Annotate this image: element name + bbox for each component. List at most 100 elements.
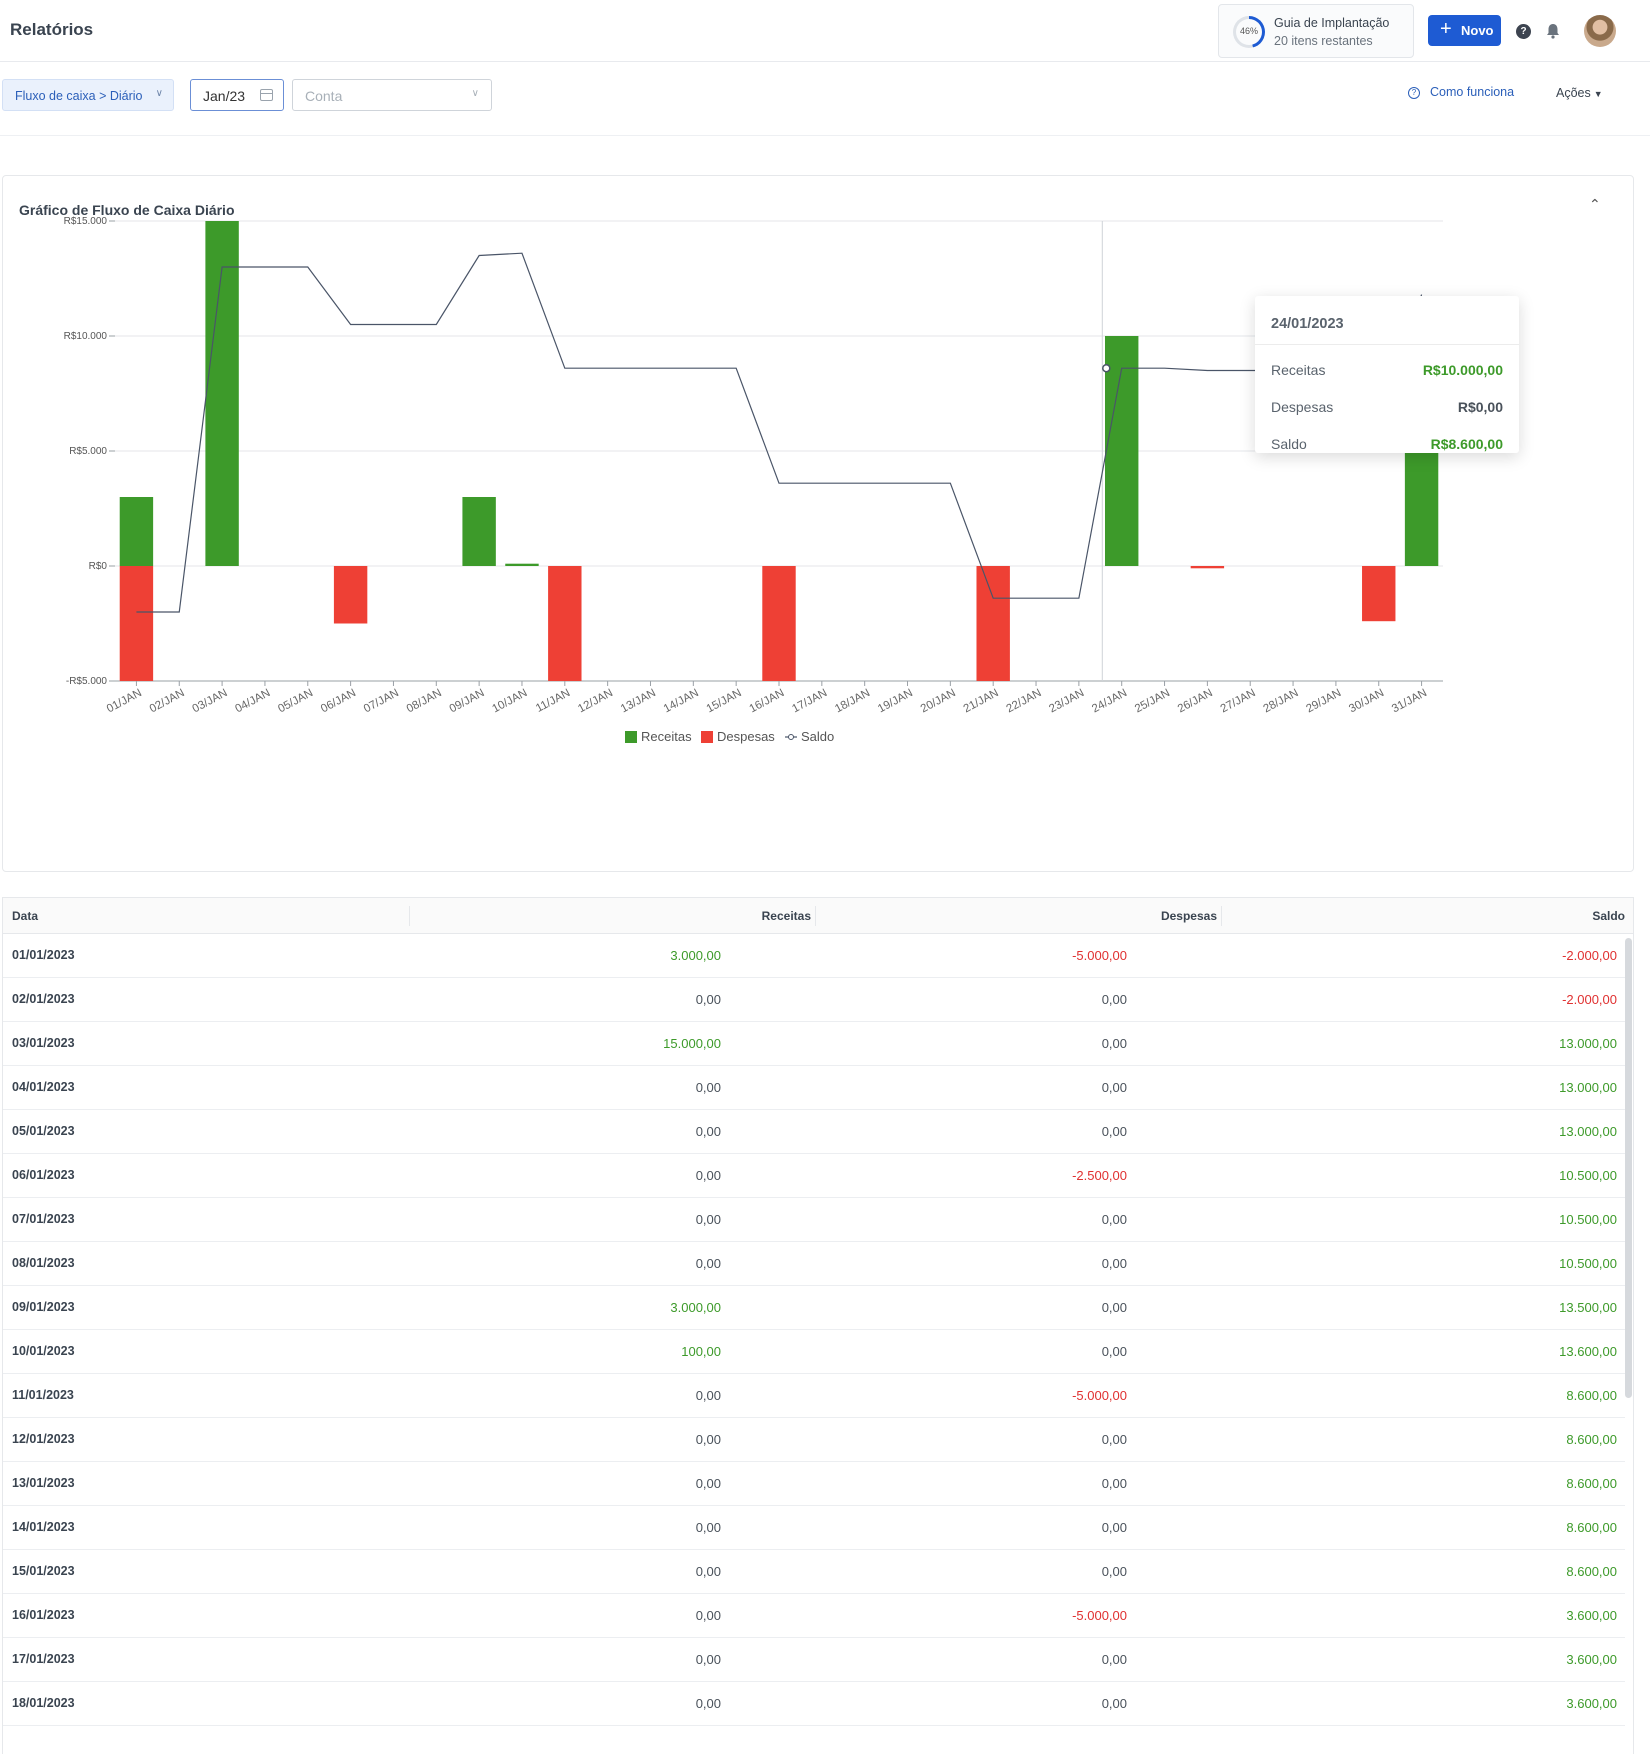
bar-despesas <box>548 566 582 681</box>
cell-despesas: 0,00 <box>1101 1696 1127 1711</box>
table-row[interactable]: 07/01/2023 0,00 0,00 10.500,00 <box>3 1198 1625 1242</box>
cell-saldo: 13.000,00 <box>1559 1036 1617 1051</box>
table-row[interactable]: 06/01/2023 0,00 -2.500,00 10.500,00 <box>3 1154 1625 1198</box>
table-row[interactable]: 10/01/2023 100,00 0,00 13.600,00 <box>3 1330 1625 1374</box>
actions-label: Ações <box>1556 86 1591 100</box>
bar-receitas <box>205 221 239 566</box>
cell-despesas: -5.000,00 <box>1072 948 1127 963</box>
new-button[interactable]: + Novo <box>1428 15 1501 46</box>
table-row[interactable]: 02/01/2023 0,00 0,00 -2.000,00 <box>3 978 1625 1022</box>
bar-receitas <box>119 497 154 566</box>
x-tick-label: 29/JAN <box>1304 687 1343 715</box>
column-header-saldo[interactable]: Saldo <box>1592 909 1625 923</box>
cell-date: 14/01/2023 <box>12 1520 75 1534</box>
cell-receitas: 0,00 <box>695 1608 721 1623</box>
cell-despesas: 0,00 <box>1101 1212 1127 1227</box>
table-row[interactable]: 03/01/2023 15.000,00 0,00 13.000,00 <box>3 1022 1625 1066</box>
onboarding-guide[interactable]: 46% Guia de Implantação 20 itens restant… <box>1218 4 1414 58</box>
cell-despesas: 0,00 <box>1101 1300 1127 1315</box>
cell-date: 02/01/2023 <box>12 992 75 1006</box>
y-tick-label: R$10.000 <box>64 331 108 342</box>
table-row[interactable]: 08/01/2023 0,00 0,00 10.500,00 <box>3 1242 1625 1286</box>
period-input[interactable]: Jan/23 <box>190 79 284 111</box>
column-header-despesas[interactable]: Despesas <box>1161 909 1217 923</box>
cell-despesas: 0,00 <box>1101 1080 1127 1095</box>
tooltip-value: R$0,00 <box>1457 399 1503 415</box>
cell-despesas: 0,00 <box>1101 1036 1127 1051</box>
table-row[interactable]: 04/01/2023 0,00 0,00 13.000,00 <box>3 1066 1625 1110</box>
actions-menu[interactable]: Ações ▼ <box>1556 86 1603 100</box>
x-tick-label: 13/JAN <box>619 687 658 715</box>
y-tick-label: R$5.000 <box>69 446 107 457</box>
x-tick-label: 31/JAN <box>1390 687 1429 715</box>
x-tick-label: 04/JAN <box>233 687 272 715</box>
cell-date: 17/01/2023 <box>12 1652 75 1666</box>
legend-swatch <box>701 731 713 743</box>
table-row[interactable]: 12/01/2023 0,00 0,00 8.600,00 <box>3 1418 1625 1462</box>
table-row[interactable]: 16/01/2023 0,00 -5.000,00 3.600,00 <box>3 1594 1625 1638</box>
saldo-line <box>136 252 1423 613</box>
legend-label: Despesas <box>717 729 775 744</box>
cell-saldo: -2.000,00 <box>1562 992 1617 1007</box>
table-row[interactable]: 11/01/2023 0,00 -5.000,00 8.600,00 <box>3 1374 1625 1418</box>
x-tick-label: 03/JAN <box>191 687 230 715</box>
x-tick-label: 12/JAN <box>576 687 615 715</box>
tooltip-row-saldo: Saldo R$8.600,00 <box>1271 436 1503 456</box>
table-row[interactable]: 18/01/2023 0,00 0,00 3.600,00 <box>3 1682 1625 1726</box>
account-select[interactable]: Conta ∨ <box>292 79 492 111</box>
cell-date: 05/01/2023 <box>12 1124 75 1138</box>
new-button-label: Novo <box>1461 23 1494 38</box>
table-row[interactable]: 14/01/2023 0,00 0,00 8.600,00 <box>3 1506 1625 1550</box>
scrollbar[interactable] <box>1625 938 1632 1398</box>
column-divider <box>409 906 410 926</box>
cell-saldo: 8.600,00 <box>1566 1388 1617 1403</box>
x-tick-label: 11/JAN <box>534 687 572 715</box>
cell-receitas: 0,00 <box>695 1080 721 1095</box>
table-row[interactable]: 05/01/2023 0,00 0,00 13.000,00 <box>3 1110 1625 1154</box>
tooltip-row-despesas: Despesas R$0,00 <box>1271 399 1503 419</box>
cell-date: 07/01/2023 <box>12 1212 75 1226</box>
table-row[interactable]: 15/01/2023 0,00 0,00 8.600,00 <box>3 1550 1625 1594</box>
report-type-value: Fluxo de caixa > Diário <box>15 89 143 103</box>
table-row[interactable]: 17/01/2023 0,00 0,00 3.600,00 <box>3 1638 1625 1682</box>
column-header-date[interactable]: Data <box>12 909 38 923</box>
cell-receitas: 0,00 <box>695 1432 721 1447</box>
cell-saldo: 8.600,00 <box>1566 1476 1617 1491</box>
bar-despesas <box>1190 566 1225 569</box>
tooltip-value: R$8.600,00 <box>1430 436 1503 452</box>
cell-receitas: 100,00 <box>681 1344 721 1359</box>
cell-despesas: 0,00 <box>1101 1344 1127 1359</box>
table-row[interactable]: 01/01/2023 3.000,00 -5.000,00 -2.000,00 <box>3 934 1625 978</box>
cell-saldo: 8.600,00 <box>1566 1564 1617 1579</box>
chart-tooltip: 24/01/2023 Receitas R$10.000,00 Despesas… <box>1255 296 1519 453</box>
x-tick-label: 08/JAN <box>405 687 444 715</box>
cell-saldo: 13.000,00 <box>1559 1124 1617 1139</box>
cell-receitas: 0,00 <box>695 1476 721 1491</box>
avatar[interactable] <box>1584 15 1616 47</box>
bell-icon[interactable] <box>1544 22 1562 40</box>
table-row[interactable]: 13/01/2023 0,00 0,00 8.600,00 <box>3 1462 1625 1506</box>
cell-date: 09/01/2023 <box>12 1300 75 1314</box>
cell-date: 18/01/2023 <box>12 1696 75 1710</box>
bar-despesas <box>119 566 154 681</box>
cell-despesas: 0,00 <box>1101 1564 1127 1579</box>
cell-receitas: 0,00 <box>695 1212 721 1227</box>
x-tick-label: 16/JAN <box>747 687 786 715</box>
x-tick-label: 14/JAN <box>662 687 701 715</box>
x-tick-label: 17/JAN <box>790 687 829 715</box>
help-icon[interactable]: ? <box>1516 24 1531 39</box>
cell-receitas: 3.000,00 <box>670 1300 721 1315</box>
report-type-select[interactable]: Fluxo de caixa > Diário ∨ <box>2 79 174 111</box>
cell-saldo: 10.500,00 <box>1559 1212 1617 1227</box>
bar-despesas <box>762 566 796 681</box>
y-tick-label: R$15.000 <box>64 216 108 227</box>
calendar-icon <box>260 89 273 101</box>
table-row[interactable]: 09/01/2023 3.000,00 0,00 13.500,00 <box>3 1286 1625 1330</box>
column-header-receitas[interactable]: Receitas <box>762 909 811 923</box>
tooltip-label: Despesas <box>1271 399 1334 415</box>
cell-date: 08/01/2023 <box>12 1256 75 1270</box>
cell-despesas: 0,00 <box>1101 1520 1127 1535</box>
tooltip-label: Receitas <box>1271 362 1326 378</box>
cell-receitas: 0,00 <box>695 1520 721 1535</box>
cell-saldo: 3.600,00 <box>1566 1696 1617 1711</box>
